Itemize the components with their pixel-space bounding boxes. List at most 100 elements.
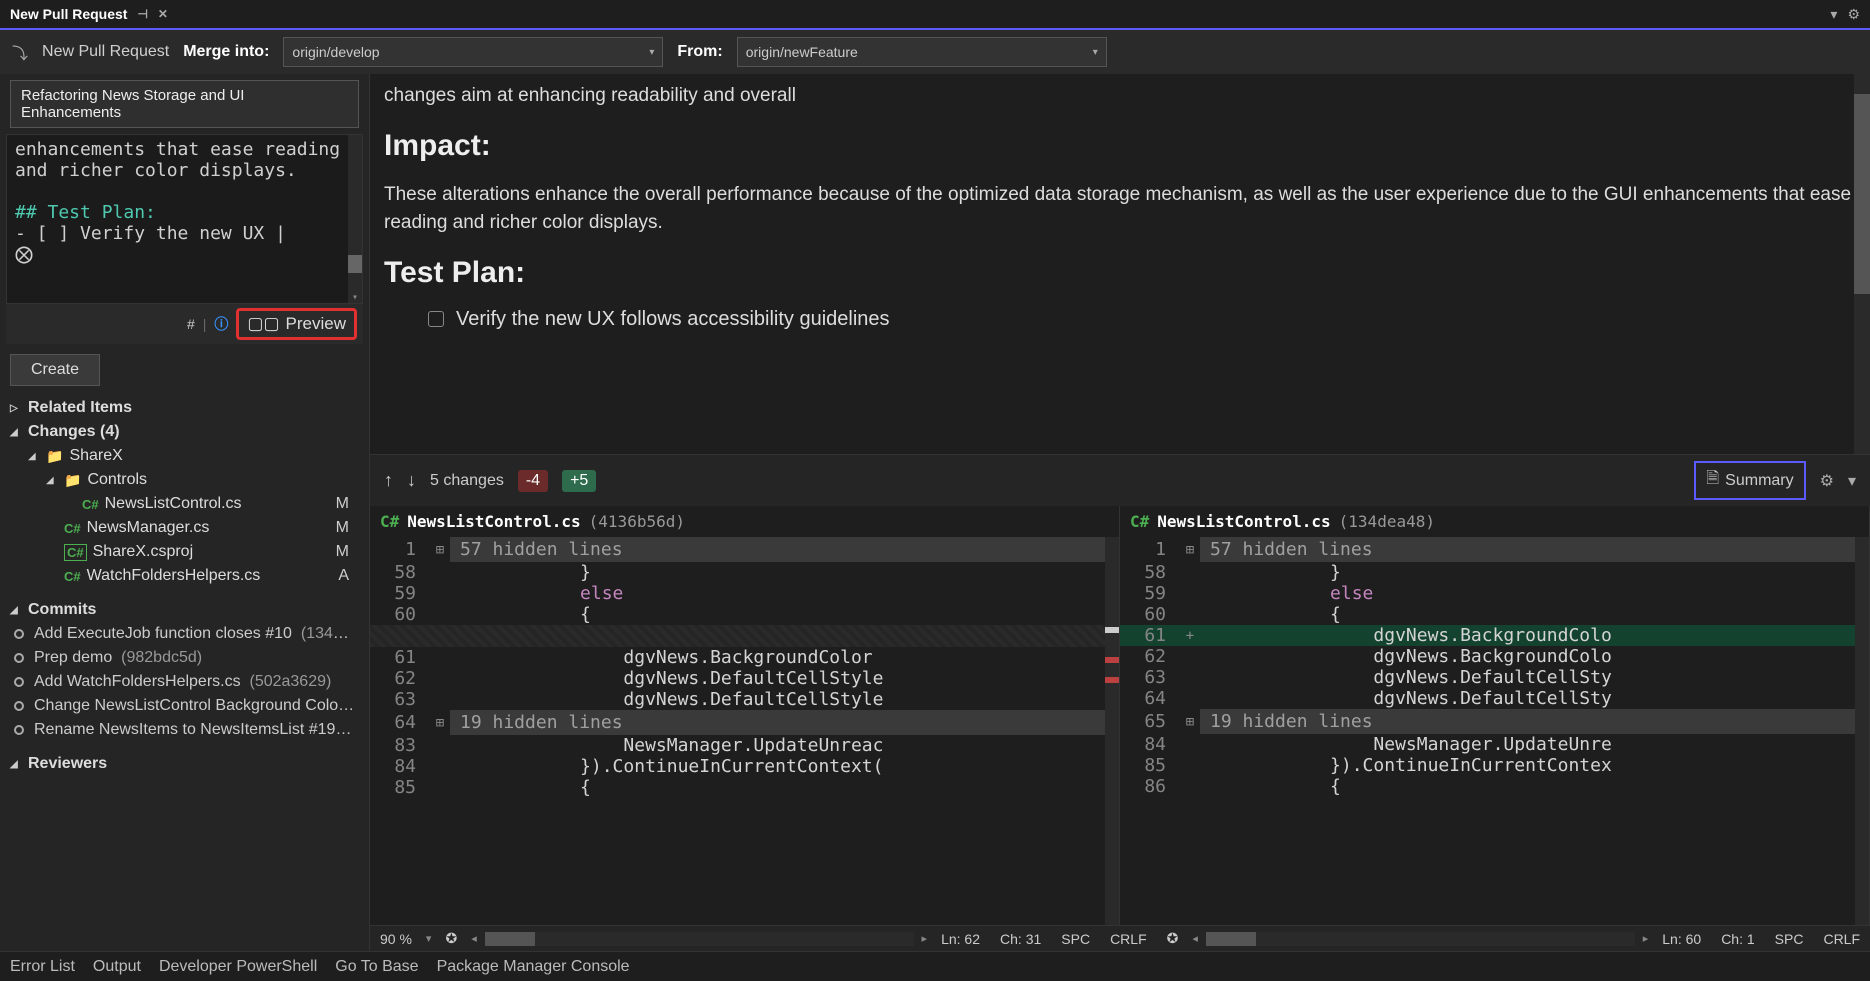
chevron-down-icon: ▾ xyxy=(1093,47,1098,58)
zoom-level[interactable]: 90 % xyxy=(370,931,422,947)
bottom-tool-windows: Error List Output Developer PowerShell G… xyxy=(0,951,1870,981)
diff-pane-left: C# NewsListControl.cs (4136b56d) 1⊞57 hi… xyxy=(370,506,1120,925)
pr-toolbar: ⤵ New Pull Request Merge into: origin/de… xyxy=(0,30,1870,74)
active-tab[interactable]: New Pull Request ⊣ ✕ xyxy=(0,2,178,26)
health-icon[interactable]: ✪ xyxy=(435,930,467,947)
overview-ruler[interactable] xyxy=(1105,537,1119,925)
tool-window-tab[interactable]: Package Manager Console xyxy=(437,958,630,976)
chevron-down-icon[interactable]: ▾ xyxy=(422,932,436,945)
from-combo[interactable]: origin/newFeature ▾ xyxy=(737,37,1107,67)
tool-window-tab[interactable]: Developer PowerShell xyxy=(159,958,317,976)
tab-bar: New Pull Request ⊣ ✕ ▾ ⚙ xyxy=(0,0,1870,30)
merge-into-label: Merge into: xyxy=(183,43,269,61)
commit-item[interactable]: Change NewsListControl Background Color … xyxy=(0,694,369,718)
toolbar-title: New Pull Request xyxy=(42,43,169,61)
info-icon[interactable]: ⓘ xyxy=(214,314,228,334)
folder-sharex[interactable]: ◢📁ShareX xyxy=(0,444,369,468)
pr-title-input[interactable]: Refactoring News Storage and UI Enhancem… xyxy=(10,80,359,128)
scrollbar[interactable]: ▾ xyxy=(348,135,362,303)
preview-button[interactable]: ▢▢ Preview xyxy=(236,308,357,340)
next-change-icon[interactable]: ↓ xyxy=(407,470,416,491)
prev-change-icon[interactable]: ↑ xyxy=(384,470,393,491)
description-preview: changes aim at enhancing readability and… xyxy=(370,74,1870,454)
diff-header: ↑ ↓ 5 changes -4 +5 🗎 Summary ⚙ ▾ xyxy=(370,454,1870,506)
left-panel: Refactoring News Storage and UI Enhancem… xyxy=(0,74,370,951)
chevron-down-icon[interactable]: ▾ xyxy=(1830,6,1837,23)
create-button[interactable]: Create xyxy=(10,354,100,386)
scrollbar[interactable] xyxy=(1206,932,1635,946)
from-value: origin/newFeature xyxy=(746,44,858,60)
branch-icon[interactable]: ⤵ xyxy=(12,40,28,64)
folder-controls[interactable]: ◢📁Controls xyxy=(0,468,369,492)
cs-icon: C# xyxy=(82,497,99,512)
file-item[interactable]: C#NewsListControl.csM xyxy=(0,492,369,516)
chevron-down-icon[interactable]: ▾ xyxy=(1848,471,1856,491)
file-item[interactable]: C#WatchFoldersHelpers.csA xyxy=(0,564,369,588)
deletions-badge: -4 xyxy=(518,470,548,492)
additions-badge: +5 xyxy=(562,470,596,492)
pin-icon[interactable]: ⊣ xyxy=(137,7,147,21)
preview-text: changes aim at enhancing readability and… xyxy=(384,82,1856,111)
file-item[interactable]: C#NewsManager.csM xyxy=(0,516,369,540)
scrollbar[interactable] xyxy=(485,932,914,946)
code-editor-left[interactable]: 1⊞57 hidden lines 58 } 59 else 60 { 61 d… xyxy=(370,537,1119,925)
commits-section[interactable]: ◢Commits xyxy=(0,598,369,622)
overview-ruler[interactable] xyxy=(1855,537,1869,925)
commit-item[interactable]: Rename NewsItems to NewsItemsList #19 (7 xyxy=(0,718,369,742)
cs-icon: C# xyxy=(64,521,81,536)
eol-indicator[interactable]: CRLF xyxy=(1813,931,1870,947)
reviewers-section[interactable]: ◢Reviewers xyxy=(0,752,369,776)
line-indicator[interactable]: Ln: 60 xyxy=(1652,931,1711,947)
checkbox-icon[interactable] xyxy=(428,311,444,327)
pr-description-input[interactable]: enhancements that ease reading and riche… xyxy=(6,134,363,304)
folder-icon: 📁 xyxy=(46,448,63,465)
gear-icon[interactable]: ⚙ xyxy=(1847,6,1860,23)
task-item[interactable]: Verify the new UX follows accessibility … xyxy=(384,308,1856,331)
char-indicator[interactable]: Ch: 1 xyxy=(1711,931,1764,947)
commit-item[interactable]: Add ExecuteJob function closes #10 (134d… xyxy=(0,622,369,646)
commit-dot-icon xyxy=(14,725,24,735)
summary-button[interactable]: 🗎 Summary xyxy=(1694,461,1805,500)
preview-icon: ▢▢ xyxy=(247,314,279,334)
related-items-section[interactable]: ▷Related Items xyxy=(0,396,369,420)
char-indicator[interactable]: Ch: 31 xyxy=(990,931,1051,947)
changes-tree: ▷Related Items ◢Changes (4) ◢📁ShareX ◢📁C… xyxy=(0,396,369,951)
file-name: NewsListControl.cs xyxy=(407,512,580,531)
preview-text: These alterations enhance the overall pe… xyxy=(384,181,1856,238)
health-icon[interactable]: ✪ xyxy=(1157,930,1189,947)
commit-item[interactable]: Add WatchFoldersHelpers.cs (502a3629) xyxy=(0,670,369,694)
scrollbar[interactable] xyxy=(1854,74,1870,454)
hash-icon[interactable]: # xyxy=(187,316,195,332)
file-name: NewsListControl.cs xyxy=(1157,512,1330,531)
tab-title: New Pull Request xyxy=(10,6,127,22)
copilot-icon: ⨂ xyxy=(15,244,33,265)
tool-window-tab[interactable]: Error List xyxy=(10,958,75,976)
eol-indicator[interactable]: CRLF xyxy=(1100,931,1157,947)
line-indicator[interactable]: Ln: 62 xyxy=(931,931,990,947)
commit-dot-icon xyxy=(14,653,24,663)
tool-window-tab[interactable]: Output xyxy=(93,958,141,976)
changes-section[interactable]: ◢Changes (4) xyxy=(0,420,369,444)
commit-dot-icon xyxy=(14,629,24,639)
from-label: From: xyxy=(677,43,722,61)
tool-window-tab[interactable]: Go To Base xyxy=(335,958,418,976)
changes-count: 5 changes xyxy=(430,472,504,490)
commit-dot-icon xyxy=(14,701,24,711)
document-icon: 🗎 xyxy=(1706,467,1719,494)
indent-indicator[interactable]: SPC xyxy=(1051,931,1100,947)
file-hash: (4136b56d) xyxy=(589,512,685,531)
preview-heading-impact: Impact: xyxy=(384,129,1856,163)
indent-indicator[interactable]: SPC xyxy=(1765,931,1814,947)
file-hash: (134dea48) xyxy=(1339,512,1435,531)
chevron-down-icon: ▾ xyxy=(649,47,654,58)
close-icon[interactable]: ✕ xyxy=(158,7,168,21)
commit-item[interactable]: Prep demo (982bdc5d) xyxy=(0,646,369,670)
file-item[interactable]: C#ShareX.csprojM xyxy=(0,540,369,564)
code-editor-right[interactable]: 1⊞57 hidden lines 58 } 59 else 60 { 61+ … xyxy=(1120,537,1869,925)
gear-icon[interactable]: ⚙ xyxy=(1820,471,1834,491)
merge-into-combo[interactable]: origin/develop ▾ xyxy=(283,37,663,67)
description-toolbar: # | ⓘ ▢▢ Preview xyxy=(6,304,363,344)
csproj-icon: C# xyxy=(64,544,87,561)
cs-icon: C# xyxy=(380,512,399,531)
diff-pane-right: C# NewsListControl.cs (134dea48) 1⊞57 hi… xyxy=(1120,506,1870,925)
